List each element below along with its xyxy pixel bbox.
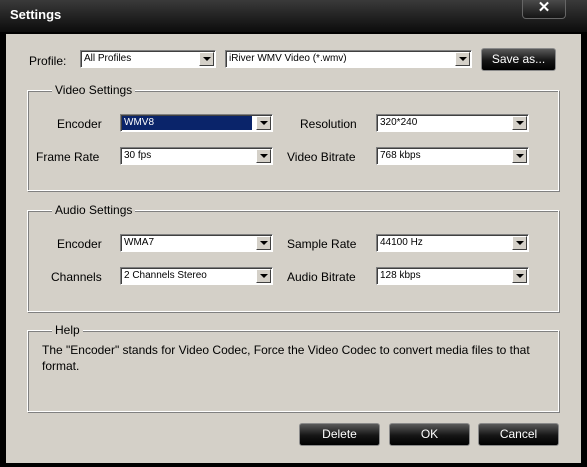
video-encoder-label: Encoder bbox=[57, 117, 102, 131]
profile-category-select[interactable]: All Profiles bbox=[80, 50, 216, 68]
chevron-down-icon[interactable] bbox=[256, 149, 271, 163]
audio-encoder-label: Encoder bbox=[57, 237, 102, 251]
resolution-select[interactable]: 320*240 bbox=[376, 114, 529, 132]
audio-encoder-select[interactable]: WMA7 bbox=[120, 234, 273, 252]
sample-rate-value: 44100 Hz bbox=[380, 237, 423, 248]
chevron-down-icon[interactable] bbox=[512, 236, 527, 250]
window-title: Settings bbox=[10, 7, 62, 22]
title-bar: Settings ✕ bbox=[0, 0, 587, 32]
audio-settings-legend: Audio Settings bbox=[52, 203, 136, 217]
sample-rate-label: Sample Rate bbox=[287, 237, 357, 251]
help-text: The "Encoder" stands for Video Codec, Fo… bbox=[42, 343, 530, 373]
chevron-down-icon[interactable] bbox=[512, 116, 527, 130]
chevron-down-icon[interactable] bbox=[256, 116, 271, 130]
frame-rate-value: 30 fps bbox=[124, 150, 152, 161]
channels-label: Channels bbox=[51, 270, 102, 284]
video-bitrate-value: 768 kbps bbox=[380, 150, 421, 161]
audio-bitrate-label: Audio Bitrate bbox=[287, 270, 356, 284]
help-legend: Help bbox=[52, 323, 83, 337]
video-bitrate-select[interactable]: 768 kbps bbox=[376, 147, 529, 165]
video-encoder-value: WMV8 bbox=[122, 116, 252, 130]
save-as-button[interactable]: Save as... bbox=[481, 48, 556, 71]
channels-select[interactable]: 2 Channels Stereo bbox=[120, 267, 273, 285]
delete-button[interactable]: Delete bbox=[299, 423, 380, 446]
audio-bitrate-select[interactable]: 128 kbps bbox=[376, 267, 529, 285]
close-button[interactable]: ✕ bbox=[522, 0, 566, 19]
chevron-down-icon[interactable] bbox=[512, 269, 527, 283]
chevron-down-icon[interactable] bbox=[256, 269, 271, 283]
frame-rate-label: Frame Rate bbox=[36, 150, 100, 164]
video-encoder-select[interactable]: WMV8 bbox=[120, 114, 273, 132]
audio-encoder-value: WMA7 bbox=[124, 237, 154, 248]
sample-rate-select[interactable]: 44100 Hz bbox=[376, 234, 529, 252]
video-bitrate-label: Video Bitrate bbox=[287, 150, 356, 164]
chevron-down-icon[interactable] bbox=[512, 149, 527, 163]
profile-format-select[interactable]: iRiver WMV Video (*.wmv) bbox=[225, 50, 472, 68]
profile-format-value: iRiver WMV Video (*.wmv) bbox=[229, 53, 347, 64]
settings-window: Settings ✕ Profile: All Profiles iRiver … bbox=[0, 0, 587, 467]
video-settings-group: Video Settings bbox=[27, 83, 559, 191]
audio-settings-group: Audio Settings bbox=[27, 203, 559, 312]
chevron-down-icon[interactable] bbox=[199, 52, 214, 66]
audio-bitrate-value: 128 kbps bbox=[380, 270, 421, 281]
profile-category-value: All Profiles bbox=[84, 53, 132, 64]
dialog-body: Profile: All Profiles iRiver WMV Video (… bbox=[6, 34, 581, 463]
resolution-value: 320*240 bbox=[380, 117, 418, 128]
chevron-down-icon[interactable] bbox=[455, 52, 470, 66]
frame-rate-select[interactable]: 30 fps bbox=[120, 147, 273, 165]
video-settings-legend: Video Settings bbox=[52, 83, 136, 97]
ok-button[interactable]: OK bbox=[389, 423, 470, 446]
channels-value: 2 Channels Stereo bbox=[124, 270, 207, 281]
resolution-label: Resolution bbox=[300, 117, 357, 131]
cancel-button[interactable]: Cancel bbox=[478, 423, 559, 446]
profile-label: Profile: bbox=[29, 54, 67, 68]
chevron-down-icon[interactable] bbox=[256, 236, 271, 250]
